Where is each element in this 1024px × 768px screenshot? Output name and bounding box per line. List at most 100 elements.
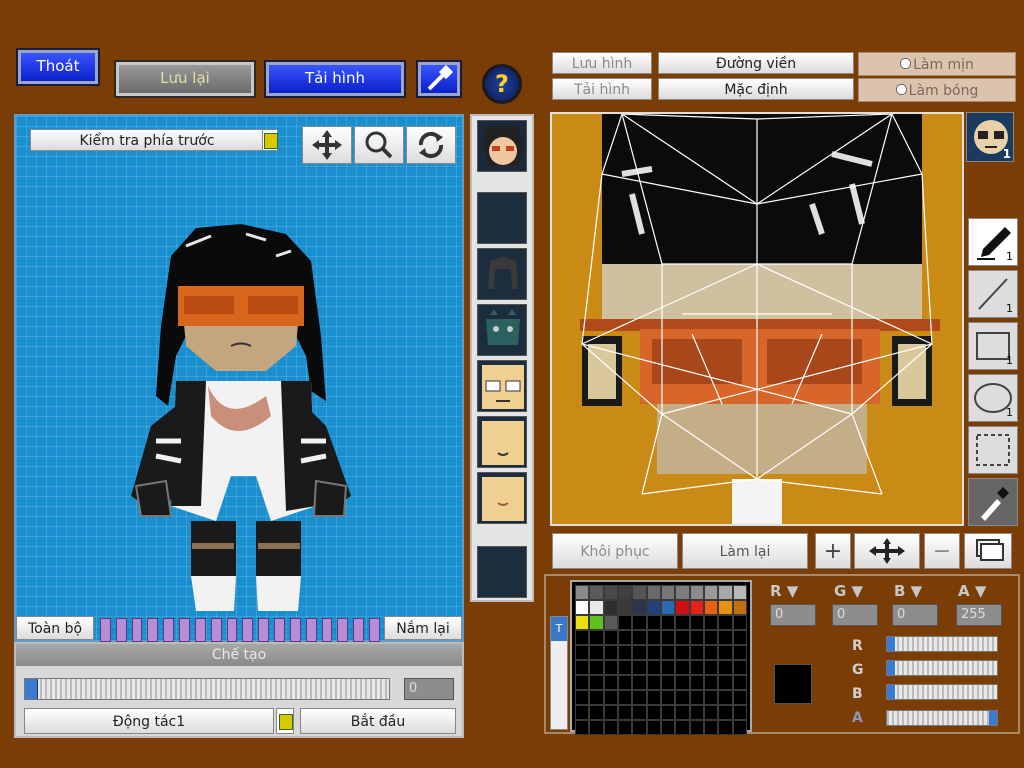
palette-cell[interactable] (646, 630, 661, 645)
palette-cell[interactable] (646, 615, 661, 630)
palette-cell[interactable] (675, 690, 690, 705)
exit-button[interactable]: Thoát (16, 48, 100, 86)
palette-cell[interactable] (603, 720, 618, 735)
palette-cell[interactable] (718, 705, 733, 720)
palette-cell[interactable] (718, 630, 733, 645)
palette-cell[interactable] (646, 660, 661, 675)
palette-cell[interactable] (646, 690, 661, 705)
palette-cell[interactable] (617, 600, 633, 615)
frame-marker[interactable] (147, 618, 159, 642)
palette-cell[interactable] (617, 615, 633, 630)
default-button[interactable]: Mặc định (658, 78, 854, 100)
help-icon[interactable]: ? (482, 64, 522, 104)
palette-cell[interactable] (589, 645, 604, 660)
palette-cell[interactable] (732, 705, 747, 720)
palette-cell[interactable] (617, 705, 633, 720)
smooth-option[interactable]: Làm mịn (858, 52, 1016, 76)
palette-cell[interactable] (603, 675, 618, 690)
red-slider[interactable] (886, 636, 998, 652)
palette-cell[interactable] (703, 630, 719, 645)
palette-cell[interactable] (603, 615, 618, 630)
palette-cell[interactable] (689, 615, 704, 630)
frame-marker[interactable] (115, 618, 127, 642)
palette-cell[interactable] (732, 660, 747, 675)
palette-cell[interactable] (617, 660, 633, 675)
palette-cell[interactable] (646, 675, 661, 690)
green-slider[interactable] (886, 660, 998, 676)
view-select[interactable]: Kiểm tra phía trước (30, 129, 264, 151)
palette-cell[interactable] (632, 690, 647, 705)
palette-cell[interactable] (575, 615, 590, 630)
palette-cell[interactable] (589, 660, 604, 675)
palette-cell[interactable] (703, 645, 719, 660)
part-face-plain[interactable] (477, 416, 527, 468)
palette-cell[interactable] (675, 660, 690, 675)
palette-tabs[interactable]: T (550, 616, 568, 730)
palette-cell[interactable] (660, 705, 676, 720)
palette-cell[interactable] (575, 690, 590, 705)
palette-cell[interactable] (689, 690, 704, 705)
frame-marker[interactable] (210, 618, 222, 642)
palette-cell[interactable] (660, 630, 676, 645)
palette-cell[interactable] (689, 675, 704, 690)
palette-cell[interactable] (703, 720, 719, 735)
palette-cell[interactable] (718, 645, 733, 660)
progress-track[interactable] (24, 678, 390, 700)
red-input[interactable]: 0 (770, 604, 816, 626)
palette-cell[interactable] (617, 630, 633, 645)
palette-cell[interactable] (689, 585, 704, 600)
part-face-thumb[interactable] (477, 120, 527, 172)
palette-cell[interactable] (646, 705, 661, 720)
palette-cell[interactable] (703, 705, 719, 720)
palette-cell[interactable] (617, 585, 633, 600)
palette-cell[interactable] (675, 720, 690, 735)
palette-cell[interactable] (603, 660, 618, 675)
palette-cell[interactable] (689, 630, 704, 645)
palette-cell[interactable] (589, 615, 604, 630)
palette-cell[interactable] (732, 645, 747, 660)
frame-marker[interactable] (194, 618, 206, 642)
palette-cell[interactable] (603, 690, 618, 705)
palette-cell[interactable] (718, 615, 733, 630)
palette-cell[interactable] (689, 720, 704, 735)
palette-cell[interactable] (703, 675, 719, 690)
palette-cell[interactable] (689, 705, 704, 720)
palette-cell[interactable] (603, 705, 618, 720)
palette-cell[interactable] (632, 615, 647, 630)
palette-cell[interactable] (646, 645, 661, 660)
frame-marker[interactable] (353, 618, 365, 642)
palette-cell[interactable] (632, 600, 647, 615)
part-face-glasses[interactable] (477, 360, 527, 412)
frame-marker[interactable] (242, 618, 254, 642)
palette-cell[interactable] (718, 585, 733, 600)
restore-button[interactable]: Khôi phục (552, 533, 678, 569)
palette-cell[interactable] (703, 585, 719, 600)
part-hair[interactable] (477, 248, 527, 300)
palette-cell[interactable] (660, 615, 676, 630)
palette-cell[interactable] (603, 630, 618, 645)
part-empty[interactable] (477, 192, 527, 244)
palette-cell[interactable] (589, 720, 604, 735)
palette-cell[interactable] (732, 690, 747, 705)
save-button[interactable]: Lưu lại (114, 60, 256, 98)
palette-cell[interactable] (575, 600, 590, 615)
palette-cell[interactable] (575, 585, 590, 600)
move-tool-button[interactable] (302, 126, 352, 164)
palette-cell[interactable] (603, 645, 618, 660)
blue-input[interactable]: 0 (892, 604, 938, 626)
palette-cell[interactable] (660, 585, 676, 600)
model-viewport[interactable]: Kiểm tra phía trước Toàn bộ Nắm lại (14, 114, 464, 642)
palette-cell[interactable] (689, 645, 704, 660)
palette-cell[interactable] (675, 600, 690, 615)
palette-cell[interactable] (575, 660, 590, 675)
slider-handle[interactable] (887, 685, 895, 699)
palette-cell[interactable] (703, 690, 719, 705)
palette-cell[interactable] (660, 720, 676, 735)
frame-marker[interactable] (131, 618, 143, 642)
frame-marker[interactable] (321, 618, 333, 642)
palette-cell[interactable] (718, 690, 733, 705)
part-empty-bottom[interactable] (477, 546, 527, 598)
action-select-dropdown[interactable] (276, 708, 294, 734)
palette-cell[interactable] (732, 585, 747, 600)
palette-cell[interactable] (703, 615, 719, 630)
